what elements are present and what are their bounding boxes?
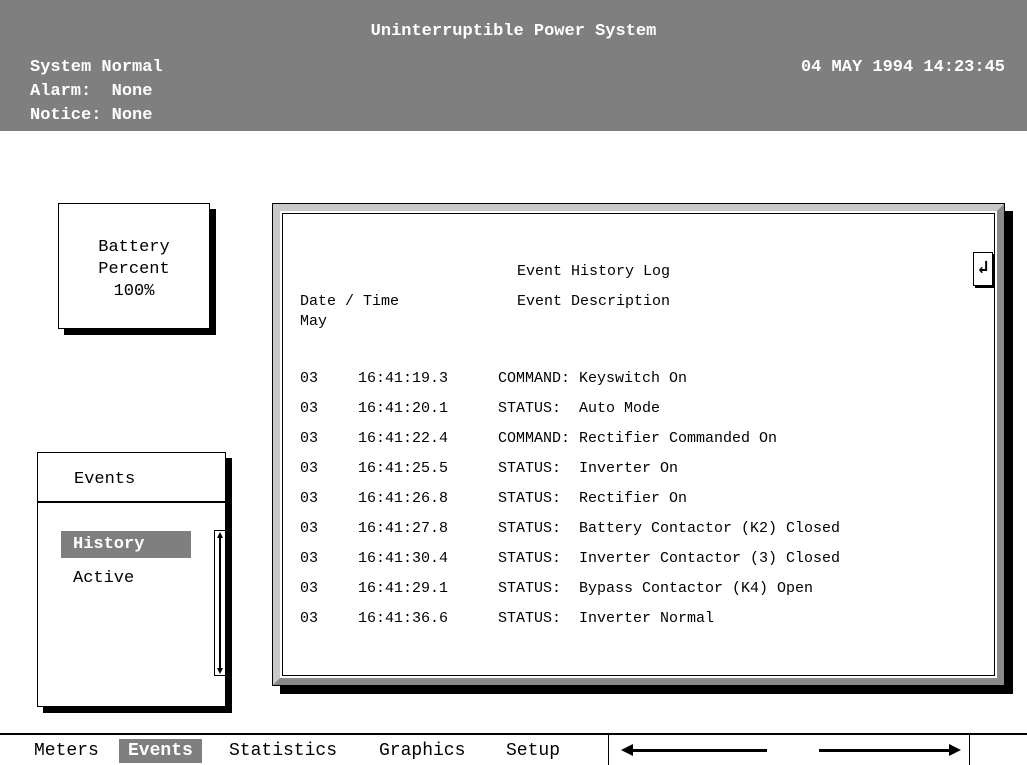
scrollbar-track[interactable] xyxy=(219,538,221,668)
scroll-right-arrow-icon[interactable] xyxy=(949,744,961,756)
column-header-datetime: Date / Time xyxy=(300,293,400,310)
event-history-window: Event History Log Date / Time Event Desc… xyxy=(272,203,1005,686)
table-row: 03 16:41:30.4 STATUS: Inverter Contactor… xyxy=(300,550,840,580)
tab-statistics[interactable]: Statistics xyxy=(229,739,337,763)
column-header-description: Event Description xyxy=(517,293,671,310)
scroll-down-arrow-icon[interactable] xyxy=(217,668,223,674)
event-description: COMMAND: Rectifier Commanded On xyxy=(498,430,778,447)
event-day: 03 xyxy=(300,400,319,417)
table-row: 03 16:41:36.6 STATUS: Inverter Normal xyxy=(300,610,714,640)
app-title: Uninterruptible Power System xyxy=(370,22,657,41)
battery-percent-value: 100% xyxy=(113,282,155,301)
event-time: 16:41:19.3 xyxy=(358,370,449,387)
horizontal-scrollbar[interactable] xyxy=(608,735,970,765)
tab-events[interactable]: Events xyxy=(119,739,202,763)
scrollbar-track-right[interactable] xyxy=(819,749,954,752)
event-time: 16:41:22.4 xyxy=(358,430,449,447)
table-row: 03 16:41:20.1 STATUS: Auto Mode xyxy=(300,400,660,430)
event-day: 03 xyxy=(300,550,319,567)
event-day: 03 xyxy=(300,490,319,507)
battery-percent-panel: Battery Percent 100% xyxy=(58,203,210,329)
event-description: STATUS: Inverter On xyxy=(498,460,679,477)
event-time: 16:41:26.8 xyxy=(358,490,449,507)
status-header: Uninterruptible Power System System Norm… xyxy=(0,0,1027,131)
table-row: 03 16:41:22.4 COMMAND: Rectifier Command… xyxy=(300,430,777,460)
system-datetime: 04 MAY 1994 14:23:45 xyxy=(800,58,1005,77)
event-time: 16:41:36.6 xyxy=(358,610,449,627)
event-day: 03 xyxy=(300,430,319,447)
event-day: 03 xyxy=(300,580,319,597)
event-day: 03 xyxy=(300,520,319,537)
event-description: STATUS: Rectifier On xyxy=(498,490,688,507)
log-month: May xyxy=(300,313,328,330)
table-row: 03 16:41:19.3 COMMAND: Keyswitch On xyxy=(300,370,687,400)
menu-item-active[interactable]: Active xyxy=(61,565,191,592)
event-description: STATUS: Bypass Contactor (K4) Open xyxy=(498,580,814,597)
event-time: 16:41:30.4 xyxy=(358,550,449,567)
event-description: STATUS: Inverter Normal xyxy=(498,610,715,627)
event-day: 03 xyxy=(300,370,319,387)
tab-graphics[interactable]: Graphics xyxy=(379,739,465,763)
notice-status: Notice: None xyxy=(30,106,153,125)
scrollbar-track-left[interactable] xyxy=(633,749,767,752)
event-list: 03 16:41:19.3 COMMAND: Keyswitch On 03 1… xyxy=(300,370,840,640)
event-day: 03 xyxy=(300,610,319,627)
event-time: 16:41:25.5 xyxy=(358,460,449,477)
menu-item-history[interactable]: History xyxy=(61,531,191,558)
events-menu-panel: Events History Active xyxy=(37,452,226,707)
alarm-status: Alarm: None xyxy=(30,82,153,101)
tab-setup[interactable]: Setup xyxy=(506,739,560,763)
table-row: 03 16:41:25.5 STATUS: Inverter On xyxy=(300,460,678,490)
event-description: STATUS: Battery Contactor (K2) Closed xyxy=(498,520,841,537)
event-time: 16:41:29.1 xyxy=(358,580,449,597)
table-row: 03 16:41:29.1 STATUS: Bypass Contactor (… xyxy=(300,580,813,610)
event-description: STATUS: Inverter Contactor (3) Closed xyxy=(498,550,841,567)
events-menu-title: Events xyxy=(74,470,136,489)
table-row: 03 16:41:27.8 STATUS: Battery Contactor … xyxy=(300,520,840,550)
event-description: STATUS: Auto Mode xyxy=(498,400,661,417)
vertical-scrollbar[interactable] xyxy=(214,530,226,676)
table-row: 03 16:41:26.8 STATUS: Rectifier On xyxy=(300,490,687,520)
scroll-left-arrow-icon[interactable] xyxy=(621,744,633,756)
divider xyxy=(38,501,225,503)
event-time: 16:41:27.8 xyxy=(358,520,449,537)
tab-meters[interactable]: Meters xyxy=(34,739,99,763)
battery-label-line2: Percent xyxy=(98,260,170,279)
event-day: 03 xyxy=(300,460,319,477)
log-title: Event History Log xyxy=(517,263,671,280)
system-status: System Normal xyxy=(30,58,163,77)
event-log-content: Event History Log Date / Time Event Desc… xyxy=(282,213,995,676)
enter-arrow-icon[interactable]: ↲ xyxy=(973,252,993,286)
event-description: COMMAND: Keyswitch On xyxy=(498,370,688,387)
battery-label-line1: Battery xyxy=(98,238,170,257)
event-time: 16:41:20.1 xyxy=(358,400,449,417)
bottom-menu-bar: Meters Events Statistics Graphics Setup xyxy=(0,733,1027,765)
